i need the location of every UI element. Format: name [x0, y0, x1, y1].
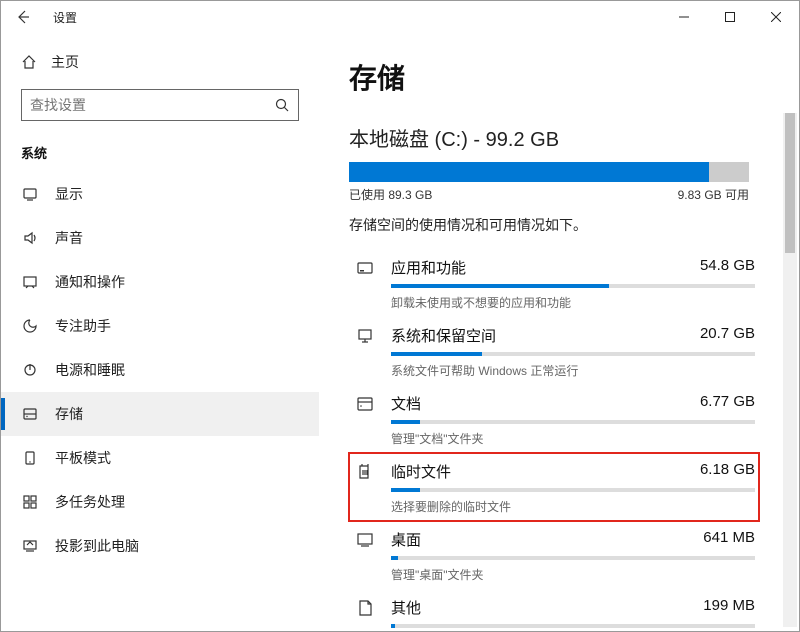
nav-item-4[interactable]: 电源和睡眠: [1, 348, 319, 392]
search-icon: [274, 97, 290, 113]
category-icon: [353, 529, 377, 583]
storage-category[interactable]: 桌面 641 MB 管理"桌面"文件夹: [349, 521, 759, 589]
nav-item-5[interactable]: 存储: [1, 392, 319, 436]
page-heading: 存储: [349, 57, 789, 97]
nav-icon: [21, 274, 39, 290]
category-label: 临时文件: [391, 461, 451, 482]
storage-category[interactable]: 系统和保留空间 20.7 GB 系统文件可帮助 Windows 正常运行: [349, 317, 759, 385]
category-bar: [391, 556, 755, 560]
category-icon: [353, 597, 377, 631]
category-bar: [391, 624, 755, 628]
category-label: 桌面: [391, 529, 421, 550]
category-bar: [391, 284, 755, 288]
category-icon: [353, 393, 377, 447]
search-box[interactable]: [21, 89, 299, 121]
scrollbar[interactable]: [783, 113, 797, 627]
category-icon: [353, 325, 377, 379]
nav-label: 声音: [55, 228, 83, 248]
disk-used-label: 已使用 89.3 GB: [349, 186, 432, 203]
nav-item-0[interactable]: 显示: [1, 172, 319, 216]
nav-icon: [21, 538, 39, 554]
category-label: 系统和保留空间: [391, 325, 496, 346]
home-link[interactable]: 主页: [1, 45, 319, 79]
category-desc: 选择要删除的临时文件: [391, 498, 755, 515]
sidebar: 主页 系统 显示声音通知和操作专注助手电源和睡眠存储平板模式多任务处理投影到此电…: [1, 33, 319, 631]
disk-free-label: 9.83 GB 可用: [678, 186, 749, 203]
nav-label: 专注助手: [55, 316, 111, 336]
category-desc: 系统文件可帮助 Windows 正常运行: [391, 362, 755, 379]
maximize-button[interactable]: [707, 1, 753, 33]
storage-category[interactable]: 临时文件 6.18 GB 选择要删除的临时文件: [349, 453, 759, 521]
disk-title: 本地磁盘 (C:) - 99.2 GB: [349, 123, 789, 152]
search-input[interactable]: [30, 97, 274, 113]
app-title: 设置: [53, 9, 77, 26]
minimize-button[interactable]: [661, 1, 707, 33]
nav-item-7[interactable]: 多任务处理: [1, 480, 319, 524]
nav-label: 投影到此电脑: [55, 536, 139, 556]
nav-label: 平板模式: [55, 448, 111, 468]
titlebar: 设置: [1, 1, 799, 33]
category-size: 6.77 GB: [700, 393, 755, 414]
nav-icon: [21, 406, 39, 422]
home-label: 主页: [51, 52, 79, 72]
main-panel: 存储 本地磁盘 (C:) - 99.2 GB 已使用 89.3 GB 9.83 …: [319, 33, 799, 631]
nav-icon: [21, 362, 39, 378]
category-bar: [391, 420, 755, 424]
category-icon: [353, 461, 377, 515]
category-icon: [353, 257, 377, 311]
nav-label: 存储: [55, 404, 83, 424]
nav-label: 显示: [55, 184, 83, 204]
section-label: 系统: [1, 135, 319, 172]
category-label: 应用和功能: [391, 257, 466, 278]
category-size: 20.7 GB: [700, 325, 755, 346]
nav-label: 多任务处理: [55, 492, 125, 512]
nav-item-8[interactable]: 投影到此电脑: [1, 524, 319, 568]
storage-category[interactable]: 其他 199 MB: [349, 589, 759, 631]
nav-label: 通知和操作: [55, 272, 125, 292]
category-label: 文档: [391, 393, 421, 414]
category-desc: 卸载未使用或不想要的应用和功能: [391, 294, 755, 311]
home-icon: [21, 54, 37, 70]
disk-sub: 已使用 89.3 GB 9.83 GB 可用: [349, 186, 749, 203]
nav-icon: [21, 450, 39, 466]
nav-item-2[interactable]: 通知和操作: [1, 260, 319, 304]
category-label: 其他: [391, 597, 421, 618]
nav-item-3[interactable]: 专注助手: [1, 304, 319, 348]
nav-icon: [21, 186, 39, 202]
category-size: 641 MB: [703, 529, 755, 550]
nav-label: 电源和睡眠: [55, 360, 125, 380]
nav-item-1[interactable]: 声音: [1, 216, 319, 260]
nav-icon: [21, 230, 39, 246]
scrollbar-thumb[interactable]: [785, 113, 795, 253]
category-size: 6.18 GB: [700, 461, 755, 482]
disk-desc: 存储空间的使用情况和可用情况如下。: [349, 215, 789, 235]
disk-usage-bar: [349, 162, 749, 182]
nav-icon: [21, 494, 39, 510]
category-size: 54.8 GB: [700, 257, 755, 278]
category-desc: 管理"文档"文件夹: [391, 430, 755, 447]
close-button[interactable]: [753, 1, 799, 33]
nav-icon: [21, 318, 39, 334]
nav-item-6[interactable]: 平板模式: [1, 436, 319, 480]
category-desc: 管理"桌面"文件夹: [391, 566, 755, 583]
storage-category[interactable]: 应用和功能 54.8 GB 卸载未使用或不想要的应用和功能: [349, 249, 759, 317]
back-button[interactable]: [1, 1, 45, 33]
category-bar: [391, 352, 755, 356]
category-size: 199 MB: [703, 597, 755, 618]
storage-category[interactable]: 文档 6.77 GB 管理"文档"文件夹: [349, 385, 759, 453]
category-bar: [391, 488, 755, 492]
